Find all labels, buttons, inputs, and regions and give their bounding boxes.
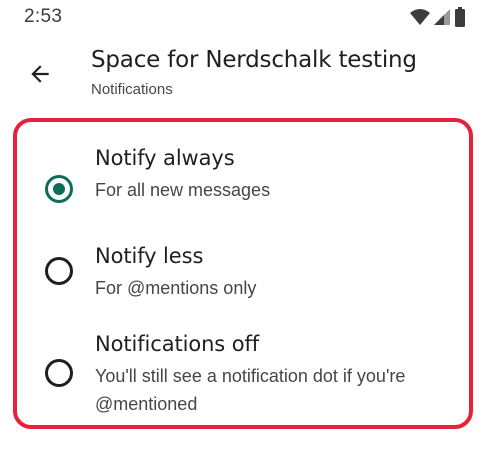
notification-options-group: Notify always For all new messages Notif… <box>13 118 473 429</box>
arrow-back-icon <box>31 65 49 83</box>
back-button[interactable] <box>22 56 58 92</box>
radio-notify-always[interactable] <box>45 175 73 203</box>
page-title: Space for Nerdschalk testing <box>91 47 417 73</box>
battery-icon <box>455 7 465 27</box>
option-title: Notify less <box>95 244 204 268</box>
radio-notifications-off[interactable] <box>45 359 73 387</box>
status-icons <box>410 7 466 27</box>
option-notify-less[interactable]: Notify less For @mentions only <box>17 242 469 332</box>
notification-settings-screen: 2:53 Space for Nerdschalk testing Notifi… <box>0 0 500 450</box>
option-notify-always[interactable]: Notify always For all new messages <box>17 142 469 232</box>
wifi-icon <box>410 9 430 25</box>
option-notifications-off[interactable]: Notifications off You'll still see a not… <box>17 330 469 430</box>
radio-notify-less[interactable] <box>45 257 73 285</box>
option-title: Notify always <box>95 146 235 170</box>
option-description: For all new messages <box>95 180 271 200</box>
option-title: Notifications off <box>95 332 260 356</box>
option-description: For @mentions only <box>95 278 257 298</box>
status-time: 2:53 <box>24 6 63 27</box>
signal-icon <box>434 9 450 25</box>
option-description: You'll still see a notification dot if y… <box>95 366 406 414</box>
page-subtitle: Notifications <box>91 81 173 98</box>
